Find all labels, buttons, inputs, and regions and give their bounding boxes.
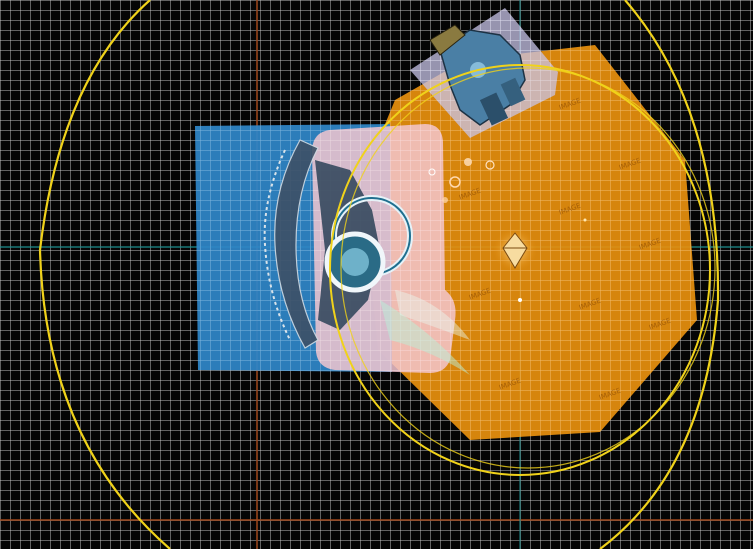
scene-viewport[interactable]: IMAGE IMAGE IMAGE IMAGE IMAGE IMAGE IMAG…: [0, 0, 753, 549]
ring-guide-outer: [38, 0, 171, 549]
scene-canvas[interactable]: IMAGE IMAGE IMAGE IMAGE IMAGE IMAGE IMAG…: [0, 0, 753, 549]
sparkle-icon: [583, 218, 587, 222]
emblem-core-icon: [341, 248, 369, 276]
sparkle-icon: [518, 298, 522, 302]
